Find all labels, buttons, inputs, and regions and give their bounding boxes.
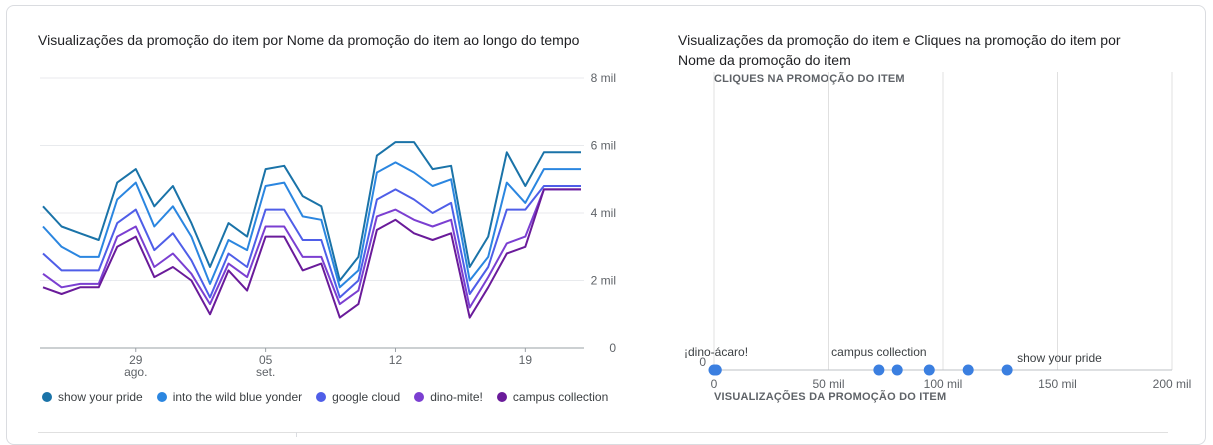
- scatter-point[interactable]: [710, 364, 722, 376]
- x-tick-label: 200 mil: [1153, 377, 1192, 391]
- legend-label: campus collection: [512, 390, 609, 404]
- line-chart-legend: show your pride into the wild blue yonder…: [42, 390, 622, 404]
- y-tick-label: 0: [609, 341, 616, 355]
- legend-label: google cloud: [332, 390, 401, 404]
- x-tick-sublabel: ago.: [124, 365, 147, 379]
- line-chart-title: Visualizações da promoção do item por No…: [38, 32, 580, 48]
- x-tick-label: 150 mil: [1038, 377, 1077, 391]
- legend-item[interactable]: into the wild blue yonder: [156, 390, 303, 404]
- line-chart[interactable]: 02 mil4 mil6 mil8 mil29ago.05set.12 19: [0, 60, 640, 380]
- x-tick-label: 100 mil: [924, 377, 963, 391]
- y-tick-label: 2 mil: [591, 274, 616, 288]
- legend-item[interactable]: campus collection: [496, 390, 609, 404]
- legend-item[interactable]: dino-mite!: [414, 390, 483, 404]
- legend-swatch: [42, 392, 52, 402]
- scatter-point[interactable]: [873, 364, 885, 376]
- legend-label: dino-mite!: [430, 390, 483, 404]
- x-tick-label: 12: [389, 353, 403, 367]
- x-tick-label: 0: [711, 377, 718, 391]
- legend-swatch: [496, 392, 507, 402]
- scatter-chart[interactable]: CLIQUES NA PROMOÇÃO DO ITEM 0 50 mil 100 mi…: [650, 60, 1210, 420]
- legend-swatch: [414, 392, 425, 402]
- scatter-point[interactable]: [962, 364, 974, 376]
- x-tick-sublabel: set.: [256, 365, 275, 379]
- scatter-point[interactable]: [923, 364, 935, 376]
- x-tick-label: 50 mil: [812, 377, 844, 391]
- scatter-point[interactable]: [1001, 364, 1013, 376]
- x-tick-label: 19: [519, 353, 533, 367]
- y-tick-label: 6 mil: [591, 139, 616, 153]
- x-axis-title: VISUALIZAÇÕES DA PROMOÇÃO DO ITEM: [714, 390, 946, 403]
- legend-swatch: [316, 392, 327, 402]
- y-axis-title: CLIQUES NA PROMOÇÃO DO ITEM: [714, 72, 905, 85]
- legend-item[interactable]: show your pride: [42, 390, 143, 404]
- legend-label: into the wild blue yonder: [172, 390, 303, 404]
- legend-swatch: [156, 392, 167, 402]
- point-label: ¡dino-ácaro!: [684, 345, 748, 359]
- y-tick-label: 8 mil: [591, 71, 616, 85]
- point-label: campus collection: [831, 345, 926, 359]
- scatter-point[interactable]: [891, 364, 903, 376]
- legend-label: show your pride: [58, 390, 143, 404]
- y-tick-label: 4 mil: [591, 206, 616, 220]
- divider: [38, 432, 1168, 433]
- point-label: show your pride: [1017, 351, 1102, 365]
- legend-item[interactable]: google cloud: [316, 390, 400, 404]
